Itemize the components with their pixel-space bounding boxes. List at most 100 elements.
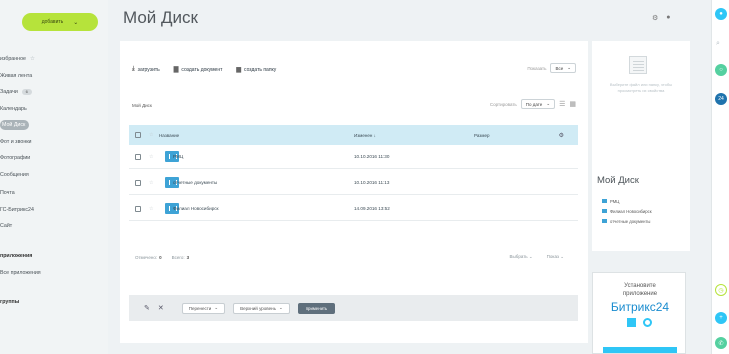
- chevron-down-icon: ⌄: [214, 305, 219, 310]
- star-icon[interactable]: ☆: [149, 180, 157, 186]
- level-select[interactable]: Верхний уровень ⌄: [233, 302, 290, 314]
- bitrix24-badge[interactable]: 24: [715, 93, 727, 105]
- row-checkbox[interactable]: [135, 153, 141, 160]
- sidebar-item-site[interactable]: Сайт: [0, 223, 12, 229]
- apply-button[interactable]: применить: [297, 302, 336, 314]
- gear-icon[interactable]: ⚙: [652, 14, 658, 22]
- android-icon[interactable]: [643, 318, 652, 327]
- grid-view-icon[interactable]: ▦: [569, 100, 576, 108]
- left-sidebar: добавить ⌄ избранное ☆ Живая лента Задач…: [0, 0, 108, 354]
- add-button[interactable]: добавить ⌄: [22, 13, 98, 31]
- phone-icon[interactable]: ✆: [715, 337, 727, 349]
- file-name[interactable]: Филиал Новосибирск: [173, 206, 219, 211]
- list-item-label: Филиал Новосибирск: [610, 208, 652, 214]
- chevron-down-icon: ⌄: [73, 19, 79, 26]
- file-name[interactable]: РМЦ: [173, 154, 183, 159]
- document-icon: ▇: [173, 67, 179, 73]
- sidebar-item-favorites[interactable]: избранное ☆: [0, 56, 35, 62]
- list-view-icon[interactable]: ☰: [559, 100, 565, 108]
- sidebar-item-label: Сайт: [0, 223, 13, 229]
- sidebar-section-label: группы: [0, 299, 20, 305]
- sidebar-item-label: Почта: [0, 190, 15, 196]
- sort-select[interactable]: По дате ⌄: [520, 99, 556, 109]
- show-filter: Показать Все ⌄: [527, 63, 576, 73]
- file-modified: 10.10.2016 11:30: [354, 154, 390, 159]
- show-select[interactable]: Все ⌄: [550, 63, 576, 73]
- upload-button[interactable]: ⤓ загрузить: [132, 66, 160, 73]
- list-item[interactable]: РМЦ: [602, 196, 652, 206]
- column-name-header[interactable]: Название: [159, 133, 179, 138]
- sidebar-item-label: ГС-Битрикс24: [0, 207, 34, 213]
- upload-label: загрузить: [137, 66, 160, 73]
- page-title: Мой Диск: [123, 8, 198, 27]
- table-row[interactable]: ☆ отчетные документы 10.10.2016 11:13: [129, 171, 578, 195]
- folder-add-icon: ▆: [236, 67, 242, 73]
- settings-icon[interactable]: ●: [666, 14, 670, 22]
- sidebar-section-groups[interactable]: группы: [0, 299, 19, 305]
- right-rail: ● ⌕ ○ 24 ◷ + ✆: [711, 0, 729, 354]
- select-dropdown[interactable]: Выбрать ⌄: [510, 254, 533, 260]
- table-footer: Отмечено: 0 Всего: 3 Выбрать ⌄ Показ ⌄: [129, 248, 578, 266]
- gear-icon[interactable]: ⚙: [559, 132, 564, 139]
- app-promo-banner[interactable]: Установите приложение Битрикс24: [592, 272, 686, 354]
- table-row[interactable]: ☆ Филиал Новосибирск 14.09.2016 13:52: [129, 197, 578, 221]
- sort-control: Сортировать По дате ⌄ ☰ ▦: [490, 99, 576, 109]
- sidebar-item-tasks[interactable]: Задачи 6: [0, 89, 32, 95]
- info-panel: Выберите файл или папку, чтобы просмотре…: [592, 41, 690, 251]
- chevron-down-icon: ⌄: [567, 65, 571, 70]
- timer-icon[interactable]: ◷: [715, 284, 727, 296]
- chat-icon[interactable]: ○: [715, 64, 727, 76]
- group-action-bar: ✎ ✕ Перенести ⌄ Верхний уровень ⌄ примен…: [129, 295, 578, 321]
- breadcrumb[interactable]: Мой Диск: [132, 103, 152, 108]
- row-checkbox[interactable]: [135, 179, 141, 186]
- create-document-button[interactable]: ▇ создать документ: [173, 66, 223, 74]
- promo-line2: приложение: [622, 290, 658, 297]
- sidebar-item-label: Мой Диск: [0, 120, 30, 130]
- sidebar-item-calendar[interactable]: Календарь: [0, 106, 27, 112]
- close-icon[interactable]: ✕: [158, 304, 164, 312]
- selected-label: Отмечено:: [135, 254, 158, 260]
- sidebar-item-photos[interactable]: Фотографии: [0, 155, 30, 161]
- create-folder-button[interactable]: ▆ создать папку: [236, 66, 277, 74]
- sidebar-item-my-drive[interactable]: Мой Диск: [0, 120, 30, 130]
- sidebar-item-label: избранное: [0, 56, 26, 62]
- column-modified-header[interactable]: Изменен ↓: [354, 133, 376, 138]
- sidebar-item-mail[interactable]: Почта: [0, 190, 15, 196]
- promo-line1: Установите: [624, 283, 656, 289]
- create-folder-label: создать папку: [244, 66, 277, 73]
- upload-icon: ⤓: [132, 66, 135, 72]
- document-icon: [629, 56, 647, 74]
- sidebar-item-calls[interactable]: Фот и звонки: [0, 139, 32, 145]
- selected-count: 0: [159, 254, 162, 260]
- sidebar-item-label: Фот и звонки: [0, 139, 32, 145]
- column-size-header[interactable]: Размер: [474, 133, 489, 138]
- sidebar-section-apps[interactable]: приложения: [0, 253, 32, 259]
- notifications-icon[interactable]: ●: [715, 8, 727, 20]
- sidebar-item-messages[interactable]: Сообщения: [0, 172, 29, 178]
- apple-icon[interactable]: [627, 318, 636, 327]
- star-icon: ☆: [30, 56, 35, 62]
- folder-icon: [602, 219, 607, 223]
- add-icon[interactable]: +: [715, 312, 727, 324]
- sidebar-item-all-apps[interactable]: Все приложения: [0, 270, 41, 276]
- table-row[interactable]: ☆ РМЦ 10.10.2016 11:30: [129, 145, 578, 169]
- list-item-label: РМЦ: [610, 198, 620, 204]
- edit-icon[interactable]: ✎: [144, 304, 150, 312]
- level-label: Верхний уровень: [240, 305, 276, 311]
- file-modified: 10.10.2016 11:13: [354, 180, 390, 185]
- star-icon[interactable]: ☆: [149, 206, 157, 212]
- select-all-checkbox[interactable]: [135, 132, 141, 138]
- search-icon[interactable]: ⌕: [716, 40, 720, 48]
- sidebar-item-bitrix24[interactable]: ГС-Битрикс24: [0, 207, 34, 213]
- star-icon[interactable]: ☆: [149, 154, 157, 160]
- list-item[interactable]: Филиал Новосибирск: [602, 206, 652, 216]
- total-count: 3: [186, 254, 190, 260]
- sidebar-section-label: приложения: [0, 253, 33, 259]
- total-label: Всего:: [171, 254, 185, 260]
- page-size-dropdown[interactable]: Показ ⌄: [547, 254, 564, 260]
- move-select[interactable]: Перенести ⌄: [181, 302, 226, 314]
- list-item[interactable]: отчетные документы: [602, 216, 652, 226]
- sidebar-item-feed[interactable]: Живая лента: [0, 73, 32, 79]
- file-name[interactable]: отчетные документы: [173, 180, 217, 185]
- row-checkbox[interactable]: [135, 205, 141, 212]
